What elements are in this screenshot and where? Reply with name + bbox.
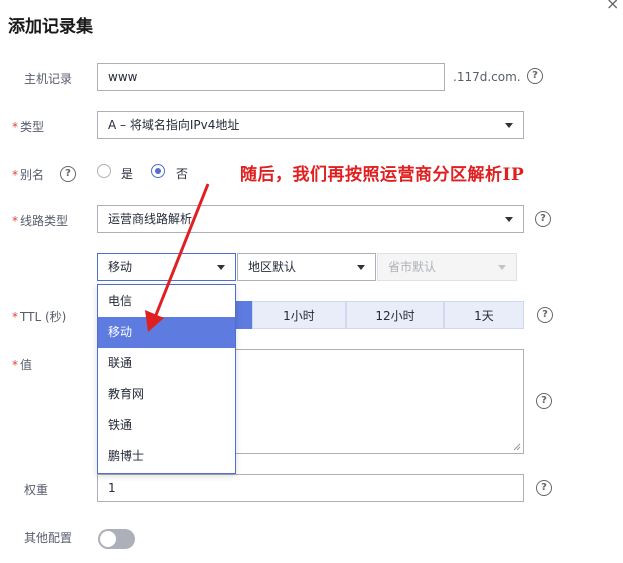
annotation-arrow-icon [145,183,210,332]
other-config-toggle[interactable] [98,529,135,549]
type-label: * 类型 [12,118,44,135]
region-select-value: 地区默认 [248,260,297,274]
required-mark: * [12,310,18,324]
alias-help-icon[interactable]: ? [60,166,76,182]
chevron-down-icon [505,217,513,222]
value-label-text: 值 [20,358,33,372]
domain-suffix: .117d.com. [453,70,521,84]
required-mark: * [12,214,18,228]
toggle-knob [100,531,116,547]
weight-help-icon[interactable]: ? [536,480,552,496]
alias-no-radio[interactable] [151,164,165,178]
province-select: 省市默认 [377,253,517,281]
alias-label: * 别名 [12,166,44,183]
value-label: * 值 [12,356,32,373]
required-mark: * [12,168,18,182]
type-select-value: A – 将域名指向IPv4地址 [108,118,240,132]
resize-handle-icon[interactable] [513,443,521,451]
host-help-icon[interactable]: ? [527,68,543,84]
dropdown-option-unicom[interactable]: 联通 [98,348,235,379]
region-select[interactable]: 地区默认 [237,253,376,281]
line-type-help-icon[interactable]: ? [535,211,551,227]
required-mark: * [12,358,18,372]
ttl-option-1d[interactable]: 1天 [444,301,524,329]
chevron-down-icon [498,265,506,270]
dropdown-option-tietong[interactable]: 铁通 [98,410,235,441]
type-label-text: 类型 [20,120,45,134]
host-input[interactable]: www [97,63,445,91]
weight-input[interactable]: 1 [97,474,524,502]
dropdown-option-edu[interactable]: 教育网 [98,379,235,410]
dropdown-option-pengboshi[interactable]: 鹏博士 [98,441,235,472]
ttl-option-12h[interactable]: 12小时 [346,301,444,329]
chevron-down-icon [357,265,365,270]
alias-yes-radio[interactable] [97,164,111,178]
isp-select-value: 移动 [108,260,133,274]
value-help-icon[interactable]: ? [536,393,552,409]
alias-yes-label: 是 [121,167,134,181]
line-type-label: * 线路类型 [12,212,68,229]
line-type-label-text: 线路类型 [20,214,69,228]
weight-label: 权重 [24,483,49,497]
close-icon[interactable]: × [606,0,619,13]
host-label: 主机记录 [24,72,73,86]
required-mark: * [12,120,18,134]
dialog-title: 添加记录集 [8,17,93,37]
ttl-label-text: TTL (秒) [20,310,67,324]
alias-label-text: 别名 [20,168,45,182]
province-select-value: 省市默认 [388,260,437,274]
ttl-help-icon[interactable]: ? [537,307,553,323]
annotation-text: 随后，我们再按照运营商分区解析IP [240,165,525,185]
ttl-option-1h[interactable]: 1小时 [252,301,346,329]
ttl-label: * TTL (秒) [12,308,66,325]
other-config-label: 其他配置 [24,531,73,545]
chevron-down-icon [505,123,513,128]
type-select[interactable]: A – 将域名指向IPv4地址 [97,111,524,139]
